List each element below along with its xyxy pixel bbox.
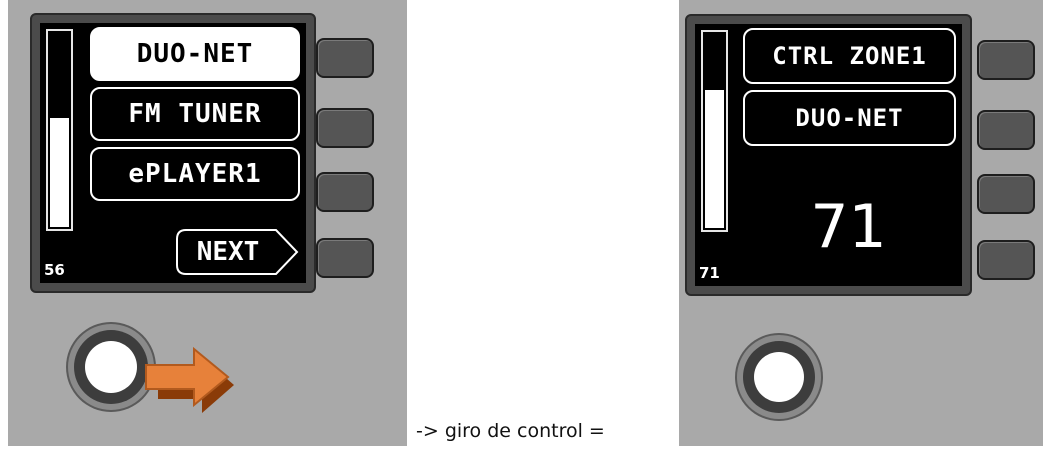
screen-bezel: 71 CTRL ZONE1 DUO-NET 71: [685, 14, 972, 296]
display-screen: 56 DUO-NET FM TUNER ePLAYER1 NEXT: [40, 23, 306, 283]
device-panel-left: 56 DUO-NET FM TUNER ePLAYER1 NEXT: [8, 0, 407, 446]
display-screen: 71 CTRL ZONE1 DUO-NET 71: [695, 24, 962, 286]
hardware-button-4[interactable]: [316, 238, 374, 278]
level-value: 56: [44, 261, 65, 279]
menu-item-fm-tuner[interactable]: FM TUNER: [90, 87, 300, 141]
level-bar: [46, 29, 73, 231]
rotary-knob[interactable]: [74, 330, 148, 404]
hardware-button-4[interactable]: [977, 240, 1035, 280]
hardware-button-3[interactable]: [316, 172, 374, 212]
volume-value: 71: [810, 192, 887, 262]
level-value: 71: [699, 264, 720, 282]
rotary-knob[interactable]: [743, 341, 815, 413]
menu-item-duo-net[interactable]: DUO-NET: [743, 90, 956, 146]
menu-item-ctrl-zone1[interactable]: CTRL ZONE1: [743, 28, 956, 84]
next-button[interactable]: NEXT: [176, 229, 300, 275]
hardware-button-2[interactable]: [316, 108, 374, 148]
device-panel-right: 71 CTRL ZONE1 DUO-NET 71: [679, 0, 1043, 446]
caption-text: -> giro de control =: [416, 420, 605, 442]
menu-item-eplayer1[interactable]: ePLAYER1: [90, 147, 300, 201]
menu-item-duo-net[interactable]: DUO-NET: [90, 27, 300, 81]
hardware-button-1[interactable]: [977, 40, 1035, 80]
hardware-button-2[interactable]: [977, 110, 1035, 150]
knob-center: [85, 341, 137, 393]
knob-center: [754, 352, 804, 402]
level-bar: [701, 30, 728, 232]
screen-bezel: 56 DUO-NET FM TUNER ePLAYER1 NEXT: [30, 13, 316, 293]
arrow-right-icon: [145, 346, 234, 413]
level-bar-fill: [50, 118, 69, 227]
level-bar-fill: [705, 90, 724, 228]
hardware-button-3[interactable]: [977, 174, 1035, 214]
hardware-button-1[interactable]: [316, 38, 374, 78]
next-label: NEXT: [196, 237, 260, 267]
